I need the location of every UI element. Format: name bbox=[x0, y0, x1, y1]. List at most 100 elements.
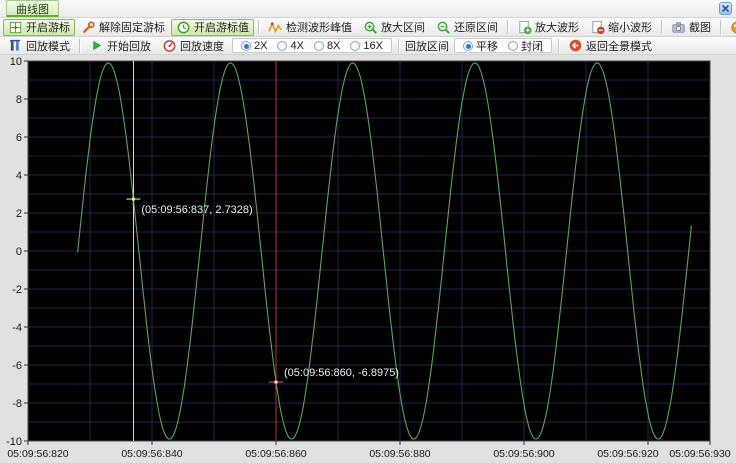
playback-interval-group: 平移 封闭 bbox=[453, 38, 552, 54]
cursor-2-value-label: (05:09:56:860, -6.8975) bbox=[284, 367, 399, 379]
speed-option-16x[interactable]: 16X bbox=[350, 40, 383, 52]
return-panorama-icon bbox=[568, 38, 583, 53]
button-label: 返回全景模式 bbox=[585, 40, 652, 53]
button-label: 还原区间 bbox=[454, 22, 498, 34]
speed-option-8x[interactable]: 8X bbox=[313, 39, 341, 52]
zoom-in-region-button[interactable]: 放大区间 bbox=[358, 19, 430, 36]
toolbar-separator bbox=[557, 38, 559, 53]
button-label: 开启游标值 bbox=[194, 22, 249, 34]
radio-icon bbox=[350, 40, 361, 51]
screenshot-icon bbox=[671, 20, 686, 35]
x-axis-label: 05:09:56:920 bbox=[597, 448, 658, 460]
screenshot-button[interactable]: 截图 bbox=[666, 19, 716, 36]
button-label: 开启游标 bbox=[26, 22, 70, 34]
y-axis-label: 2 bbox=[16, 208, 22, 220]
button-label: 开始回放 bbox=[107, 40, 151, 53]
toolbar-separator bbox=[507, 20, 508, 34]
toolbar-separator bbox=[720, 20, 721, 34]
radio-icon bbox=[241, 40, 251, 51]
radio-icon bbox=[313, 40, 324, 51]
button-label: 回放模式 bbox=[26, 40, 70, 53]
zoom-out-wave-icon bbox=[590, 20, 605, 35]
cursor-value-icon bbox=[176, 20, 191, 35]
x-axis-label: 05:09:56:860 bbox=[245, 448, 306, 460]
playback-speed-button[interactable]: 回放速度 bbox=[157, 37, 229, 54]
zoom-in-wave-button[interactable]: 放大波形 bbox=[512, 19, 584, 36]
playback-mode-icon bbox=[8, 38, 23, 53]
restore-region-button[interactable]: 还原区间 bbox=[431, 19, 503, 36]
cursor-icon bbox=[8, 20, 23, 35]
interval-option-closed[interactable]: 封闭 bbox=[507, 38, 543, 54]
start-playback-button[interactable]: 开始回放 bbox=[84, 37, 156, 54]
x-axis-label: 05:09:56:930 bbox=[669, 448, 730, 460]
tab-label: 曲线图 bbox=[16, 3, 49, 16]
y-axis-label: -4 bbox=[12, 322, 22, 334]
y-axis-label: 8 bbox=[16, 94, 22, 106]
playback-speed-group: 2X 4X 8X 16X bbox=[232, 38, 392, 53]
y-axis-label: -10 bbox=[6, 436, 22, 448]
toolbar-separator bbox=[79, 38, 80, 53]
cursor-2-marker-center bbox=[274, 380, 278, 384]
radio-label: 8X bbox=[326, 39, 341, 52]
detect-peak-button[interactable]: 检测波形峰值 bbox=[263, 19, 357, 36]
radio-label: 平移 bbox=[475, 40, 498, 53]
peak-detect-icon bbox=[268, 20, 283, 35]
y-axis-label: 0 bbox=[16, 246, 22, 258]
curve-viewer-window: 曲线图 开启游标 解除固定游标 开启游标值 检测波形峰值 放大区间 还原区间 放… bbox=[0, 0, 736, 463]
speed-option-4x[interactable]: 4X bbox=[277, 39, 304, 52]
radio-label: 封闭 bbox=[520, 40, 543, 53]
radio-label: 4X bbox=[290, 39, 304, 52]
y-axis-label: 10 bbox=[10, 56, 22, 68]
button-label: 放大波形 bbox=[535, 22, 579, 34]
interval-option-pan[interactable]: 平移 bbox=[462, 38, 498, 54]
speed-gauge-icon bbox=[162, 38, 177, 53]
toolbar-main: 开启游标 解除固定游标 开启游标值 检测波形峰值 放大区间 还原区间 放大波形 … bbox=[0, 18, 736, 37]
zoom-in-wave-icon bbox=[517, 20, 532, 35]
button-label: 放大区间 bbox=[381, 22, 425, 34]
button-label: 回放速度 bbox=[180, 40, 224, 53]
cursor-1-value-label: (05:09:56:837, 2.7328) bbox=[141, 204, 252, 216]
button-label: 解除固定游标 bbox=[99, 22, 165, 34]
y-axis-label: -6 bbox=[12, 360, 22, 372]
playback-mode-button[interactable]: 回放模式 bbox=[3, 37, 75, 54]
playback-interval-label: 回放区间 bbox=[404, 40, 449, 53]
y-axis-label: -8 bbox=[12, 398, 22, 410]
x-axis-label: 05:09:56:900 bbox=[493, 448, 554, 460]
zoom-out-wave-button[interactable]: 缩小波形 bbox=[585, 19, 657, 36]
radio-icon bbox=[277, 40, 288, 51]
radio-icon bbox=[507, 40, 518, 51]
curve-color-button[interactable]: 曲线颜色 bbox=[725, 19, 736, 36]
enable-cursor-value-button[interactable]: 开启游标值 bbox=[171, 18, 254, 36]
button-label: 检测波形峰值 bbox=[286, 22, 352, 34]
toolbar-playback: 回放模式 开始回放 回放速度 2X 4X 8X 16X 回放区间 平移 封闭 返… bbox=[0, 37, 736, 55]
unpin-cursor-icon bbox=[81, 20, 96, 35]
unpin-cursor-button[interactable]: 解除固定游标 bbox=[76, 19, 170, 36]
chart-panel: -10 -8 -6 -4 -2 0 2 4 6 8 10 05:09:56:820 05:09:56:8… bbox=[0, 55, 736, 463]
restore-region-icon bbox=[436, 20, 451, 35]
panel-close-button[interactable] bbox=[719, 2, 732, 15]
radio-label: 2X bbox=[254, 39, 268, 52]
x-axis-label: 05:09:56:840 bbox=[121, 448, 182, 460]
curve-color-icon bbox=[730, 20, 736, 35]
cursor-1-marker-center bbox=[131, 197, 135, 201]
toolbar-separator bbox=[661, 20, 662, 34]
button-label: 截图 bbox=[689, 22, 711, 34]
speed-option-2x[interactable]: 2X bbox=[241, 40, 267, 52]
y-axis-label: -2 bbox=[12, 284, 22, 296]
y-axis-label: 4 bbox=[16, 170, 22, 182]
panel-close-icon bbox=[721, 4, 730, 13]
toolbar-separator bbox=[258, 20, 259, 34]
x-axis-label: 05:09:56:820 bbox=[7, 448, 68, 460]
radio-label: 16X bbox=[363, 39, 383, 52]
radio-icon bbox=[462, 40, 473, 51]
button-label: 缩小波形 bbox=[608, 22, 652, 34]
y-axis-label: 6 bbox=[16, 132, 22, 144]
play-icon bbox=[89, 38, 104, 53]
waveform-chart[interactable]: -10 -8 -6 -4 -2 0 2 4 6 8 10 05:09:56:820 05:09:56:8… bbox=[0, 55, 736, 463]
x-axis-label: 05:09:56:880 bbox=[369, 448, 430, 460]
enable-cursor-button[interactable]: 开启游标 bbox=[3, 18, 75, 36]
toolbar-separator bbox=[397, 38, 399, 53]
return-panorama-button[interactable]: 返回全景模式 bbox=[563, 37, 657, 54]
zoom-in-region-icon bbox=[363, 20, 378, 35]
tab-curve-chart[interactable]: 曲线图 bbox=[6, 0, 59, 17]
